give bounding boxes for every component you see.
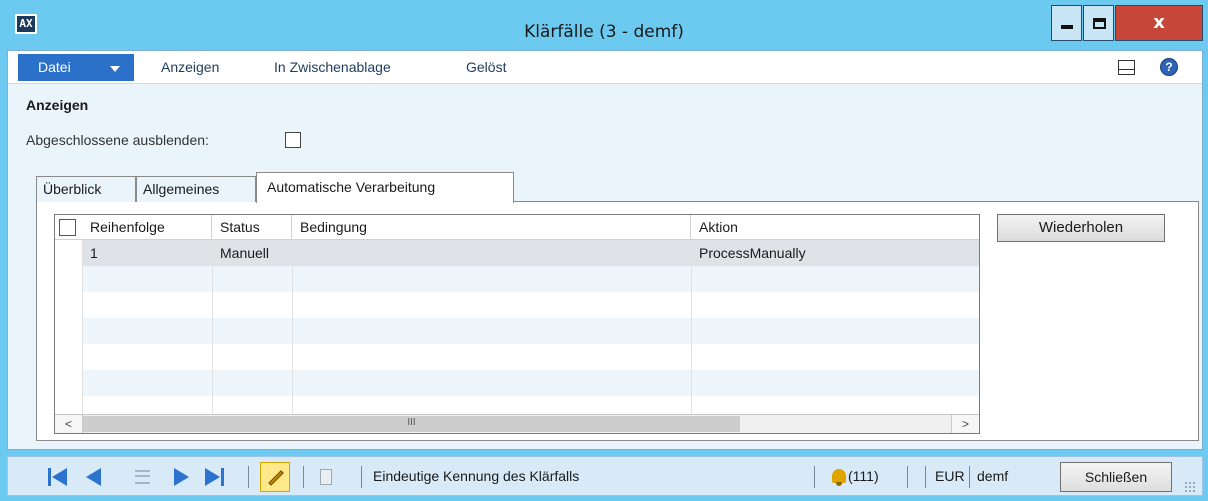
currency-indicator[interactable]: EUR (935, 468, 965, 484)
cell-aktion: ProcessManually (699, 245, 806, 261)
empty-row[interactable] (82, 344, 979, 370)
separator (361, 466, 362, 488)
first-record-icon (52, 468, 67, 486)
separator (907, 466, 908, 488)
retry-button[interactable]: Wiederholen (997, 214, 1165, 242)
help-icon[interactable]: ? (1160, 58, 1178, 76)
grid-header: Reihenfolge Status Bedingung Aktion (55, 215, 979, 240)
cell-reihenfolge: 1 (90, 245, 98, 261)
tab-ueberblick[interactable]: Überblick (36, 176, 136, 202)
separator (925, 466, 926, 488)
title-bar: AX Klärfälle (3 - demf) x (0, 0, 1208, 50)
empty-row[interactable] (82, 370, 979, 396)
horizontal-scrollbar[interactable]: < III > (55, 414, 979, 433)
resize-grip-icon[interactable] (1184, 481, 1196, 493)
empty-row[interactable] (82, 292, 979, 318)
scroll-right-button[interactable]: > (951, 415, 979, 433)
attachment-icon[interactable] (320, 469, 332, 485)
pencil-icon (268, 470, 284, 486)
previous-record-icon (86, 468, 101, 486)
book-icon[interactable] (1118, 60, 1135, 75)
file-menu-button[interactable]: Datei (18, 54, 134, 81)
window-title: Klärfälle (3 - demf) (524, 22, 684, 42)
last-record-bar (221, 468, 224, 486)
column-header-aktion[interactable]: Aktion (691, 215, 979, 240)
column-divider (292, 240, 293, 414)
empty-row[interactable] (82, 396, 979, 414)
next-record-icon (174, 468, 189, 486)
hide-closed-checkbox[interactable] (285, 132, 301, 148)
file-menu-label: Datei (38, 59, 71, 75)
separator (969, 466, 970, 488)
menu-item-geloest[interactable]: Gelöst (466, 59, 506, 75)
record-id-label: Eindeutige Kennung des Klärfalls (373, 468, 580, 484)
column-header-status[interactable]: Status (212, 215, 292, 240)
notification-count[interactable]: (111) (848, 468, 879, 484)
maximize-icon (1093, 18, 1106, 29)
filter-heading: Anzeigen (26, 97, 89, 113)
empty-row[interactable] (82, 266, 979, 292)
column-divider (82, 240, 83, 414)
first-record-button[interactable] (48, 467, 68, 487)
separator (248, 466, 249, 488)
column-header-bedingung[interactable]: Bedingung (292, 215, 691, 240)
tab-allgemeines[interactable]: Allgemeines (136, 176, 256, 202)
previous-record-button[interactable] (84, 467, 104, 487)
scroll-thumb[interactable]: III (83, 416, 740, 432)
maximize-button[interactable] (1083, 5, 1114, 41)
table-row[interactable]: 1 Manuell ProcessManually (82, 240, 979, 266)
cell-status: Manuell (220, 245, 270, 261)
action-pane: Datei Anzeigen In Zwischenablage Gelöst … (8, 51, 1202, 84)
empty-row[interactable] (82, 318, 979, 344)
next-record-button[interactable] (172, 467, 192, 487)
chevron-down-icon (110, 66, 120, 72)
last-record-icon (205, 468, 220, 486)
menu-item-zwischenablage[interactable]: In Zwischenablage (274, 59, 391, 75)
tab-automatische-verarbeitung[interactable]: Automatische Verarbeitung (256, 172, 514, 203)
list-icon[interactable] (135, 470, 150, 484)
separator (814, 466, 815, 488)
close-button[interactable]: Schließen (1060, 462, 1172, 492)
last-record-button[interactable] (205, 467, 225, 487)
close-window-button[interactable]: x (1115, 5, 1203, 41)
cell-bedingung (292, 240, 691, 266)
separator (303, 466, 304, 488)
minimize-button[interactable] (1051, 5, 1082, 41)
bell-icon[interactable] (832, 469, 846, 486)
processing-grid: Reihenfolge Status Bedingung Aktion 1 Ma… (54, 214, 980, 434)
column-divider (212, 240, 213, 414)
edit-mode-button[interactable] (260, 462, 290, 492)
column-header-reihenfolge[interactable]: Reihenfolge (82, 215, 212, 240)
status-bar: Eindeutige Kennung des Klärfalls (111) E… (7, 456, 1203, 496)
minimize-icon (1061, 25, 1073, 29)
menu-item-anzeigen[interactable]: Anzeigen (161, 59, 219, 75)
scroll-left-button[interactable]: < (55, 415, 83, 433)
first-record-bar (48, 468, 51, 486)
column-divider (691, 240, 692, 414)
select-all-checkbox[interactable] (59, 219, 76, 236)
application-window: AX Klärfälle (3 - demf) x Datei Anzeigen… (0, 0, 1208, 501)
close-icon: x (1153, 12, 1165, 33)
hide-closed-label: Abgeschlossene ausblenden: (26, 132, 209, 148)
company-indicator[interactable]: demf (977, 468, 1008, 484)
